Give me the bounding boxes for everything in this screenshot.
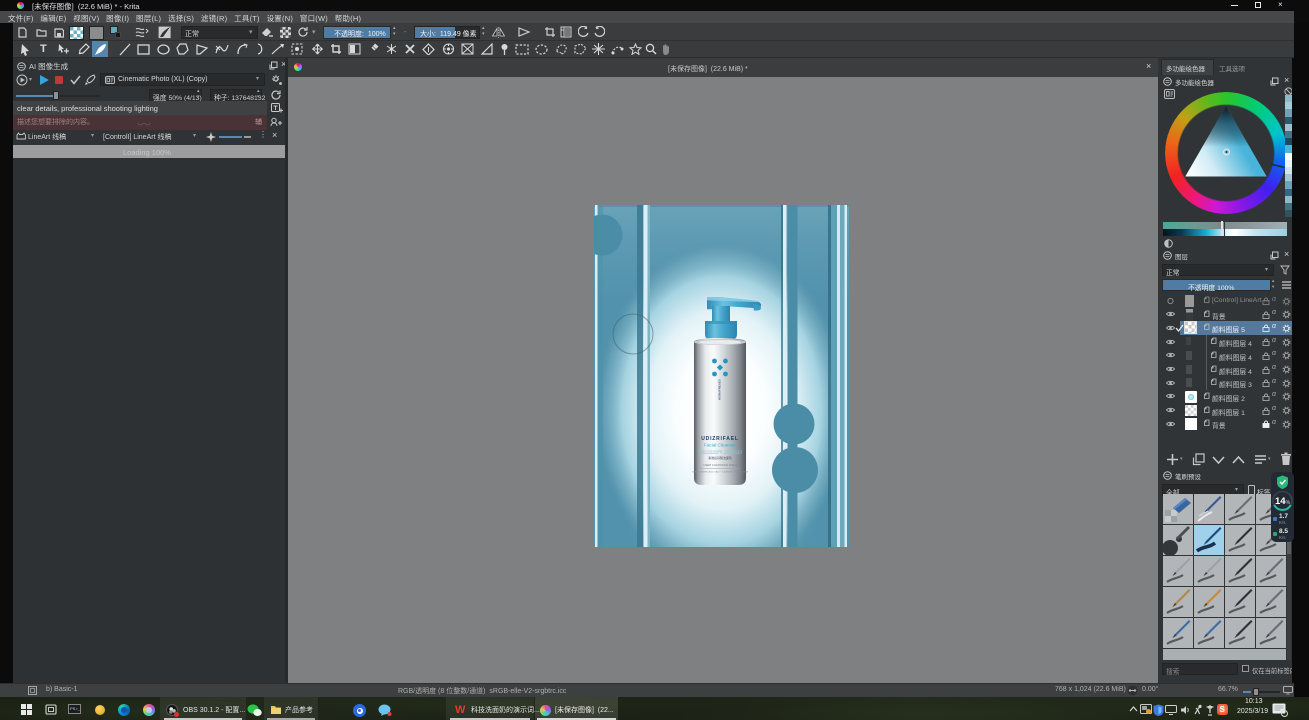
svg-text:净澈氨基酸洁面乳: 净澈氨基酸洁面乳: [708, 455, 732, 460]
svg-text:Facial Cleanser: Facial Cleanser: [704, 443, 736, 448]
svg-text:UDIZRIFAEL: UDIZRIFAEL: [701, 436, 738, 442]
svg-text:GENTLE AMINO ACID DAILY CLEANS: GENTLE AMINO ACID DAILY CLEANSER FOR ALL…: [692, 471, 749, 474]
svg-text:Amino-Cleansing · Moisturizing: Amino-Cleansing · Moisturizing: [698, 450, 742, 454]
svg-text:HSIRAFREAES: HSIRAFREAES: [718, 379, 722, 400]
svg-text:DEEP CLEANSING 150ml: DEEP CLEANSING 150ml: [704, 463, 737, 467]
